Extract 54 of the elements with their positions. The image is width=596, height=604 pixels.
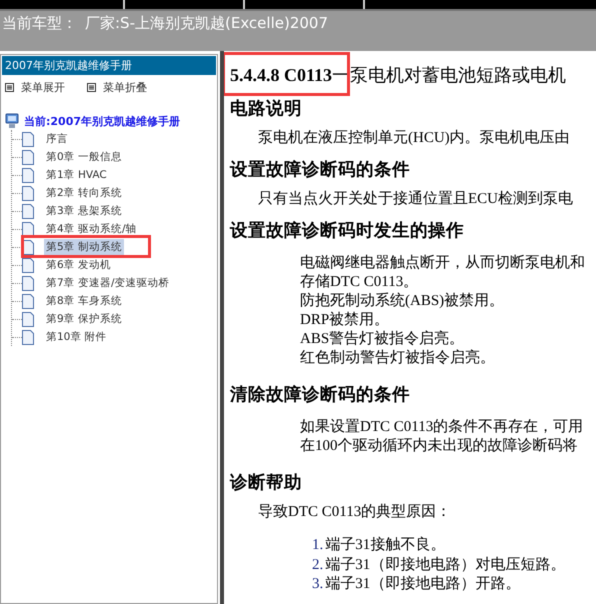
sidebar-title: 2007年别克凯越维修手册 <box>2 56 216 75</box>
tree-item[interactable]: 第0章 一般信息 <box>44 149 124 165</box>
text-line: 红色制动警告灯被指令启亮。 <box>300 349 496 368</box>
section-heading: 设置故障诊断码的条件 <box>230 158 411 181</box>
menu-action[interactable]: 菜单折叠 <box>103 80 147 95</box>
page-icon <box>22 150 34 164</box>
text-line: DRP被禁用。 <box>300 311 390 330</box>
tree-item[interactable]: 第2章 转向系统 <box>44 185 124 201</box>
text-line: 在100个驱动循环内未出现的故障诊断码将 <box>300 437 578 456</box>
page-icon <box>22 168 34 182</box>
vehicle-label: 当前车型： <box>2 14 77 33</box>
text-line: 防抱死制动系统(ABS)被禁用。 <box>300 292 506 311</box>
list-item-text: 端子31（即接地电路）开路。 <box>325 576 520 592</box>
list-number: 3. <box>312 576 324 592</box>
tree-item[interactable]: 第3章 悬架系统 <box>44 203 124 219</box>
page-icon <box>22 276 34 290</box>
tree-item[interactable]: 第10章 附件 <box>44 329 109 345</box>
paragraph-text: 泵电机在液压控制单元(HCU)内。泵电机电压由 <box>258 128 571 148</box>
text-line: 存储DTC C0113。 <box>300 273 420 292</box>
page-icon <box>22 294 34 308</box>
tree-item[interactable]: 第9章 保护系统 <box>44 311 124 327</box>
paragraph-text: 只有当点火开关处于接通位置且ECU检测到泵电 <box>258 190 574 209</box>
tree-item[interactable]: 序言 <box>44 131 70 147</box>
page-icon <box>22 222 34 236</box>
tree-item[interactable]: 第4章 驱动系统/轴 <box>44 221 139 237</box>
page-icon <box>22 204 34 218</box>
text-line: 电磁阀继电器触点断开，从而切断泵电机和 <box>300 254 586 273</box>
tree-item[interactable]: 第6章 发动机 <box>44 257 114 273</box>
page-icon <box>22 186 34 200</box>
page-icon <box>22 330 34 344</box>
computer-icon <box>5 113 19 129</box>
vehicle-name: 厂家:S-上海别克凯越(Excelle)2007 <box>85 14 328 33</box>
list-number: 1. <box>312 537 324 553</box>
page-icon <box>22 312 34 326</box>
section-heading: 清除故障诊断码的条件 <box>230 383 411 406</box>
paragraph-text: 导致DTC C0113的典型原因： <box>258 502 452 522</box>
section-heading: 诊断帮助 <box>230 471 303 494</box>
section-heading: 电路说明 <box>230 97 303 120</box>
tree-item[interactable]: 第5章 制动系统 <box>44 239 124 255</box>
list-icon <box>87 83 96 92</box>
list-number: 2. <box>312 556 324 572</box>
list-icon <box>5 83 14 92</box>
tree-item[interactable]: 第8章 车身系统 <box>44 293 124 309</box>
page-icon <box>22 258 34 272</box>
menu-action[interactable]: 菜单展开 <box>21 80 65 95</box>
section-heading: 设置故障诊断码时发生的操作 <box>230 219 465 242</box>
tree-item[interactable]: 第1章 HVAC <box>44 167 109 183</box>
tree-item[interactable]: 第7章 变速器/变速驱动桥 <box>44 275 172 291</box>
text-line: ABS警告灯被指令启亮。 <box>300 330 466 349</box>
tree-root[interactable]: 当前:2007年别克凯越维修手册 <box>24 114 180 128</box>
list-item-text: 端子31接触不良。 <box>325 537 446 553</box>
page-icon <box>22 132 34 146</box>
list-item-text: 端子31（即接地电路）对电压短路。 <box>325 556 566 572</box>
text-line: 如果设置DTC C0113的条件不再存在，可用 <box>300 418 584 437</box>
